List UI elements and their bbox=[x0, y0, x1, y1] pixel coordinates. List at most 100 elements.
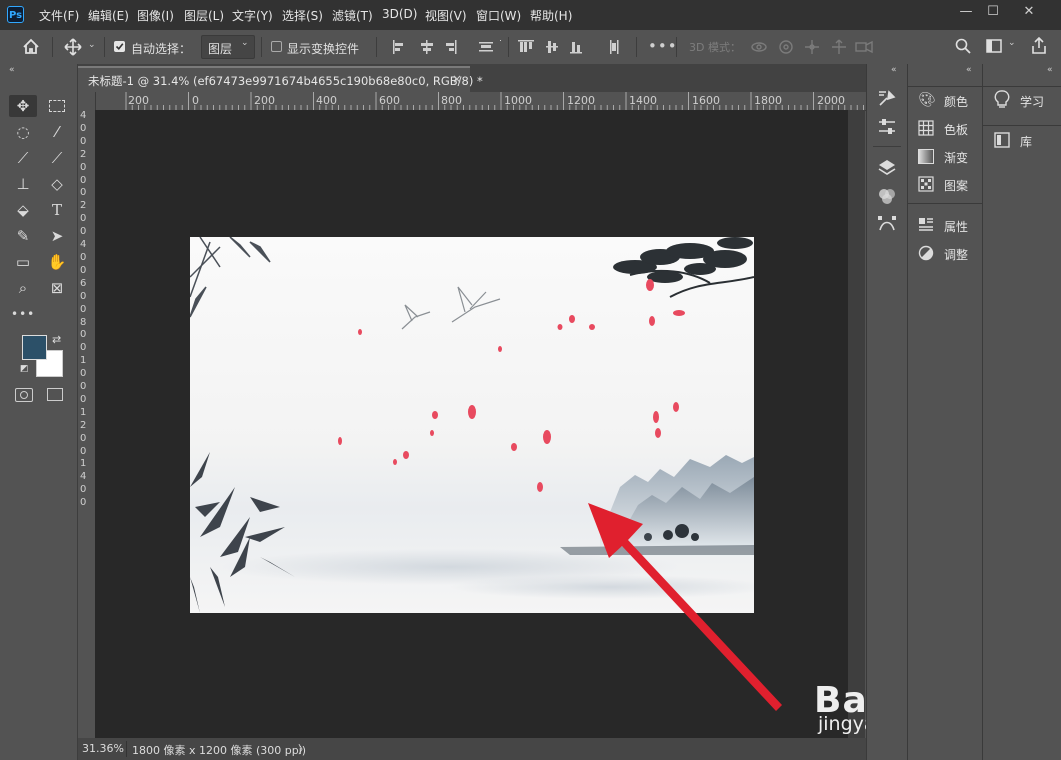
transform-controls-checkbox[interactable] bbox=[271, 41, 282, 52]
panel-group-learn: « 学习 库 bbox=[982, 64, 1061, 760]
document-tab[interactable]: 未标题-1 @ 31.4% (ef67473e9971674b4655c190b… bbox=[78, 66, 483, 92]
screen-mode-icon[interactable] bbox=[47, 388, 63, 401]
ruler-digit: 4 bbox=[80, 110, 87, 121]
panel-label: 色板 bbox=[944, 123, 969, 137]
properties-icon bbox=[919, 218, 933, 231]
panel-patterns[interactable]: 图案 bbox=[914, 170, 980, 198]
frame-tool-icon[interactable]: ⊠ bbox=[45, 277, 69, 299]
panel-icon-column: « bbox=[866, 64, 907, 760]
ruler-digit: 0 bbox=[80, 445, 87, 457]
default-colors-icon[interactable]: ◩ bbox=[20, 364, 29, 374]
eyedropper-icon[interactable]: ⟋ bbox=[11, 147, 35, 169]
ruler-digit: 0 bbox=[80, 251, 87, 263]
menu-edit[interactable]: 编辑(E) bbox=[88, 7, 129, 24]
paint-bucket-icon[interactable]: ⬙ bbox=[11, 199, 35, 221]
channels-icon[interactable] bbox=[877, 186, 897, 206]
align-icons[interactable] bbox=[390, 39, 530, 55]
adjustments-sliders-icon[interactable] bbox=[877, 118, 897, 136]
collapse-panel-icon[interactable]: « bbox=[891, 65, 897, 75]
maximize-button[interactable]: ☐ bbox=[983, 4, 1003, 22]
panel-libraries[interactable]: 库 bbox=[989, 126, 1059, 154]
quick-mask-icon[interactable] bbox=[15, 388, 33, 402]
home-icon[interactable] bbox=[22, 38, 40, 55]
chevron-down-icon[interactable]: ⌄ bbox=[1008, 38, 1016, 48]
collapse-panel-icon[interactable]: « bbox=[1047, 65, 1053, 75]
auto-select-checkbox[interactable] bbox=[114, 41, 125, 52]
menu-type[interactable]: 文字(Y) bbox=[232, 7, 273, 24]
chevron-down-icon[interactable]: ⌄ bbox=[88, 40, 96, 50]
search-icon[interactable] bbox=[955, 38, 971, 54]
share-icon[interactable] bbox=[1031, 37, 1047, 54]
library-icon bbox=[994, 132, 1010, 148]
menu-image[interactable]: 图像(I) bbox=[137, 7, 174, 24]
ruler-digit: 0 bbox=[80, 187, 87, 199]
panel-swatches[interactable]: 色板 bbox=[914, 114, 980, 142]
paths-icon[interactable] bbox=[877, 214, 897, 234]
3d-mode-icons bbox=[751, 39, 873, 54]
distribute-icons[interactable] bbox=[520, 39, 628, 55]
ruler-label: 1600 bbox=[692, 94, 720, 107]
collapse-panel-icon[interactable]: « bbox=[966, 65, 972, 75]
status-menu-arrow[interactable]: 〉 bbox=[298, 741, 309, 757]
stamp-tool-icon[interactable]: ⊥ bbox=[11, 173, 35, 195]
zoom-tool-icon[interactable]: ⌕ bbox=[11, 277, 35, 299]
ruler-label: 200 bbox=[128, 94, 149, 107]
panel-label: 属性 bbox=[944, 220, 969, 234]
panel-label: 库 bbox=[1020, 135, 1033, 149]
photoshop-logo: Ps bbox=[7, 6, 24, 23]
ruler-digit: 0 bbox=[80, 122, 87, 134]
menu-help[interactable]: 帮助(H) bbox=[530, 7, 572, 24]
vertical-scrollbar[interactable] bbox=[848, 110, 865, 738]
auto-select-dropdown[interactable]: 图层 ⌄ bbox=[201, 35, 255, 59]
menu-layer[interactable]: 图层(L) bbox=[184, 7, 224, 24]
brush-tool-icon[interactable]: ⟋ bbox=[45, 147, 69, 169]
menu-3d[interactable]: 3D(D) bbox=[382, 7, 417, 21]
type-tool-icon[interactable]: T bbox=[45, 199, 69, 221]
ruler-vertical[interactable]: 4002000200400600800100012001400 bbox=[78, 92, 96, 738]
more-tools-icon[interactable]: ••• bbox=[11, 303, 35, 325]
panel-adjustments[interactable]: 调整 bbox=[914, 239, 980, 267]
panel-properties[interactable]: 属性 bbox=[914, 211, 980, 239]
lasso-tool-icon[interactable]: ◌ bbox=[11, 121, 35, 143]
ruler-digit: 8 bbox=[80, 316, 87, 328]
pen-tool-icon[interactable]: ✎ bbox=[11, 225, 35, 247]
move-tool-icon[interactable]: ✥ bbox=[11, 95, 35, 117]
shape-tool-icon[interactable]: ▭ bbox=[11, 251, 35, 273]
more-options-icon[interactable]: ••• bbox=[648, 37, 678, 55]
path-select-icon[interactable]: ➤ bbox=[45, 225, 69, 247]
ruler-label: 0 bbox=[192, 94, 199, 107]
swap-colors-icon[interactable]: ⇄ bbox=[52, 333, 61, 346]
menu-file[interactable]: 文件(F) bbox=[39, 7, 79, 24]
magic-wand-icon[interactable]: ⁄ bbox=[45, 121, 69, 143]
document-info: 1800 像素 x 1200 像素 (300 ppi) bbox=[132, 744, 307, 757]
eraser-tool-icon[interactable]: ◇ bbox=[45, 173, 69, 195]
panel-learn[interactable]: 学习 bbox=[989, 86, 1059, 114]
move-tool-icon[interactable] bbox=[64, 38, 82, 56]
panel-label: 渐变 bbox=[944, 151, 969, 165]
ruler-label: 600 bbox=[379, 94, 400, 107]
panel-group-color: « 🎨︎ 颜色 色板 渐变 图案 属性 调整 bbox=[907, 64, 982, 760]
marquee-tool-icon[interactable] bbox=[45, 95, 69, 117]
minimize-button[interactable]: — bbox=[956, 4, 976, 22]
menu-select[interactable]: 选择(S) bbox=[282, 7, 323, 24]
ruler-digit: 2 bbox=[80, 419, 87, 431]
panel-gradients[interactable]: 渐变 bbox=[914, 142, 980, 170]
brush-settings-icon[interactable] bbox=[877, 88, 897, 108]
ruler-digit: 0 bbox=[80, 213, 87, 225]
zoom-level[interactable]: 31.36% bbox=[82, 742, 124, 755]
menu-filter[interactable]: 滤镜(T) bbox=[332, 7, 373, 24]
menu-view[interactable]: 视图(V) bbox=[425, 7, 467, 24]
workspace-icon[interactable] bbox=[986, 39, 1002, 53]
ruler-horizontal[interactable]: 200 0 200 400 600 800 1000 1200 1400 160… bbox=[95, 92, 866, 111]
menu-window[interactable]: 窗口(W) bbox=[476, 7, 521, 24]
close-tab-icon[interactable]: × bbox=[452, 72, 462, 86]
close-window-button[interactable]: ✕ bbox=[1019, 4, 1039, 22]
panel-colors[interactable]: 🎨︎ 颜色 bbox=[914, 86, 980, 114]
hand-tool-icon[interactable]: ✋ bbox=[45, 251, 69, 273]
ruler-digit: 0 bbox=[80, 381, 87, 393]
foreground-color-swatch[interactable] bbox=[22, 335, 47, 360]
pattern-icon bbox=[918, 176, 934, 192]
collapse-panel-icon[interactable]: « bbox=[9, 65, 15, 75]
layers-icon[interactable] bbox=[877, 158, 897, 178]
canvas-image[interactable] bbox=[190, 237, 754, 613]
